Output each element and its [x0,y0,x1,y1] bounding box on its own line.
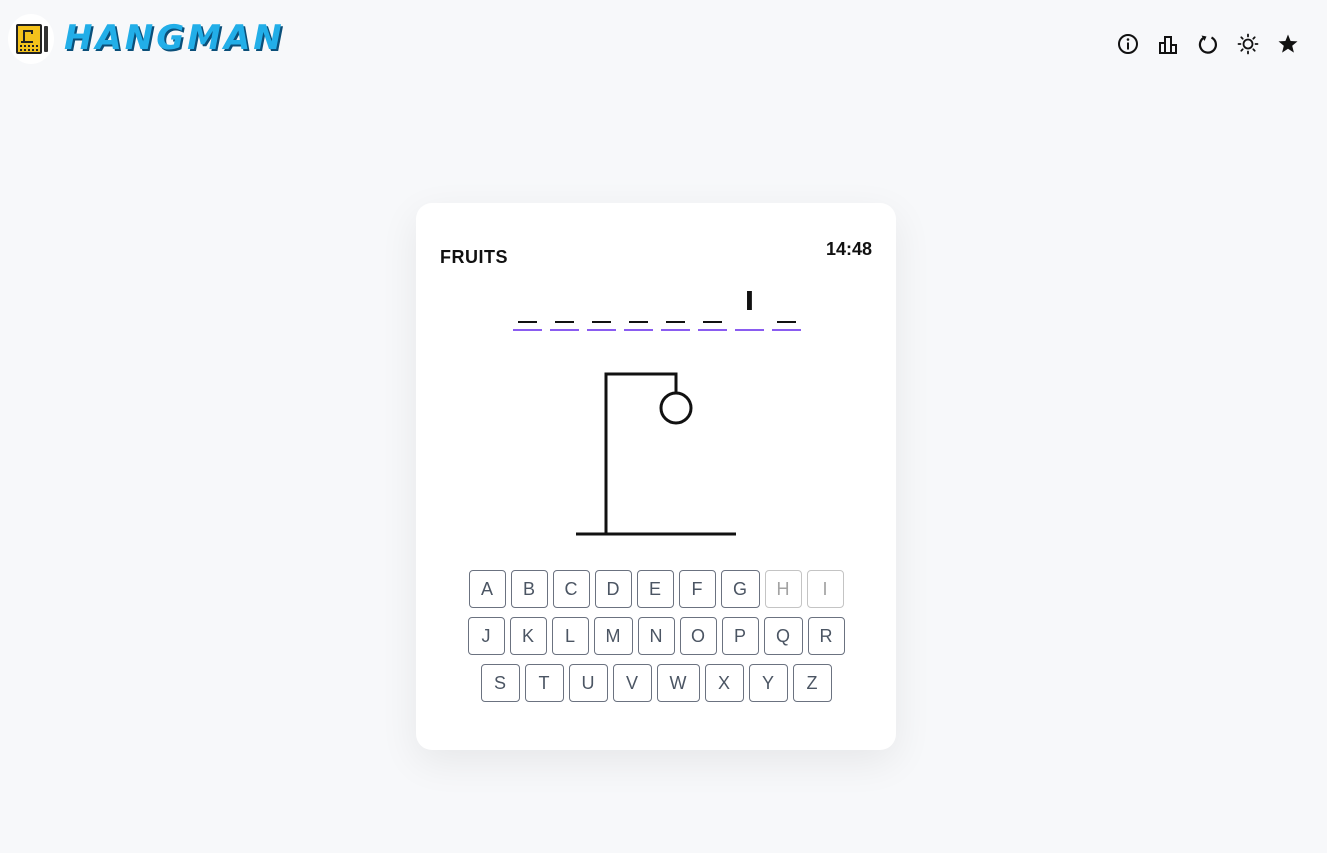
key-k[interactable]: K [509,617,547,655]
key-z[interactable]: Z [792,664,832,702]
keyboard-row-2: J K L M N O P Q R [416,617,896,655]
stats-icon [1159,36,1177,54]
statistics-button[interactable] [1157,31,1179,57]
toolbar [1117,31,1299,57]
favorite-button[interactable] [1277,31,1299,57]
restart-button[interactable] [1197,31,1219,57]
key-g[interactable]: G [720,570,760,608]
header: HANGMAN [0,0,1327,80]
key-p[interactable]: P [721,617,759,655]
key-l[interactable]: L [551,617,589,655]
key-r[interactable]: R [807,617,845,655]
key-y[interactable]: Y [748,664,788,702]
key-a[interactable]: A [468,570,506,608]
key-n[interactable]: N [637,617,675,655]
pencil-icon [44,26,48,52]
key-x[interactable]: X [704,664,744,702]
key-q[interactable]: Q [763,617,803,655]
key-w[interactable]: W [656,664,700,702]
app-title: HANGMAN [64,18,285,58]
key-u[interactable]: U [568,664,608,702]
keyboard: A B C D E F G H I J K L M N O P Q R S T … [416,570,896,711]
key-h[interactable]: H [764,570,802,608]
restart-icon [1198,35,1218,54]
key-t[interactable]: T [524,664,564,702]
gallows-book-icon [16,24,42,54]
key-d[interactable]: D [594,570,632,608]
key-i[interactable]: I [806,570,844,608]
key-b[interactable]: B [510,570,548,608]
key-e[interactable]: E [636,570,674,608]
logo [8,14,54,64]
key-v[interactable]: V [612,664,652,702]
key-f[interactable]: F [678,570,716,608]
info-button[interactable] [1117,31,1139,57]
keyboard-row-3: S T U V W X Y Z [416,664,896,702]
key-s[interactable]: S [480,664,520,702]
info-icon [1118,34,1138,54]
keyboard-row-1: A B C D E F G H I [416,570,896,608]
key-j[interactable]: J [467,617,505,655]
key-m[interactable]: M [593,617,633,655]
theme-toggle-button[interactable] [1237,31,1259,57]
key-o[interactable]: O [679,617,717,655]
key-c[interactable]: C [552,570,590,608]
sun-icon [1237,33,1259,55]
game-card: FRUITS 14:48 I A B C D E F G H I J K L M… [416,203,896,750]
gallows-drawing [576,372,736,536]
hangman-head [659,391,693,425]
star-icon [1278,34,1298,53]
